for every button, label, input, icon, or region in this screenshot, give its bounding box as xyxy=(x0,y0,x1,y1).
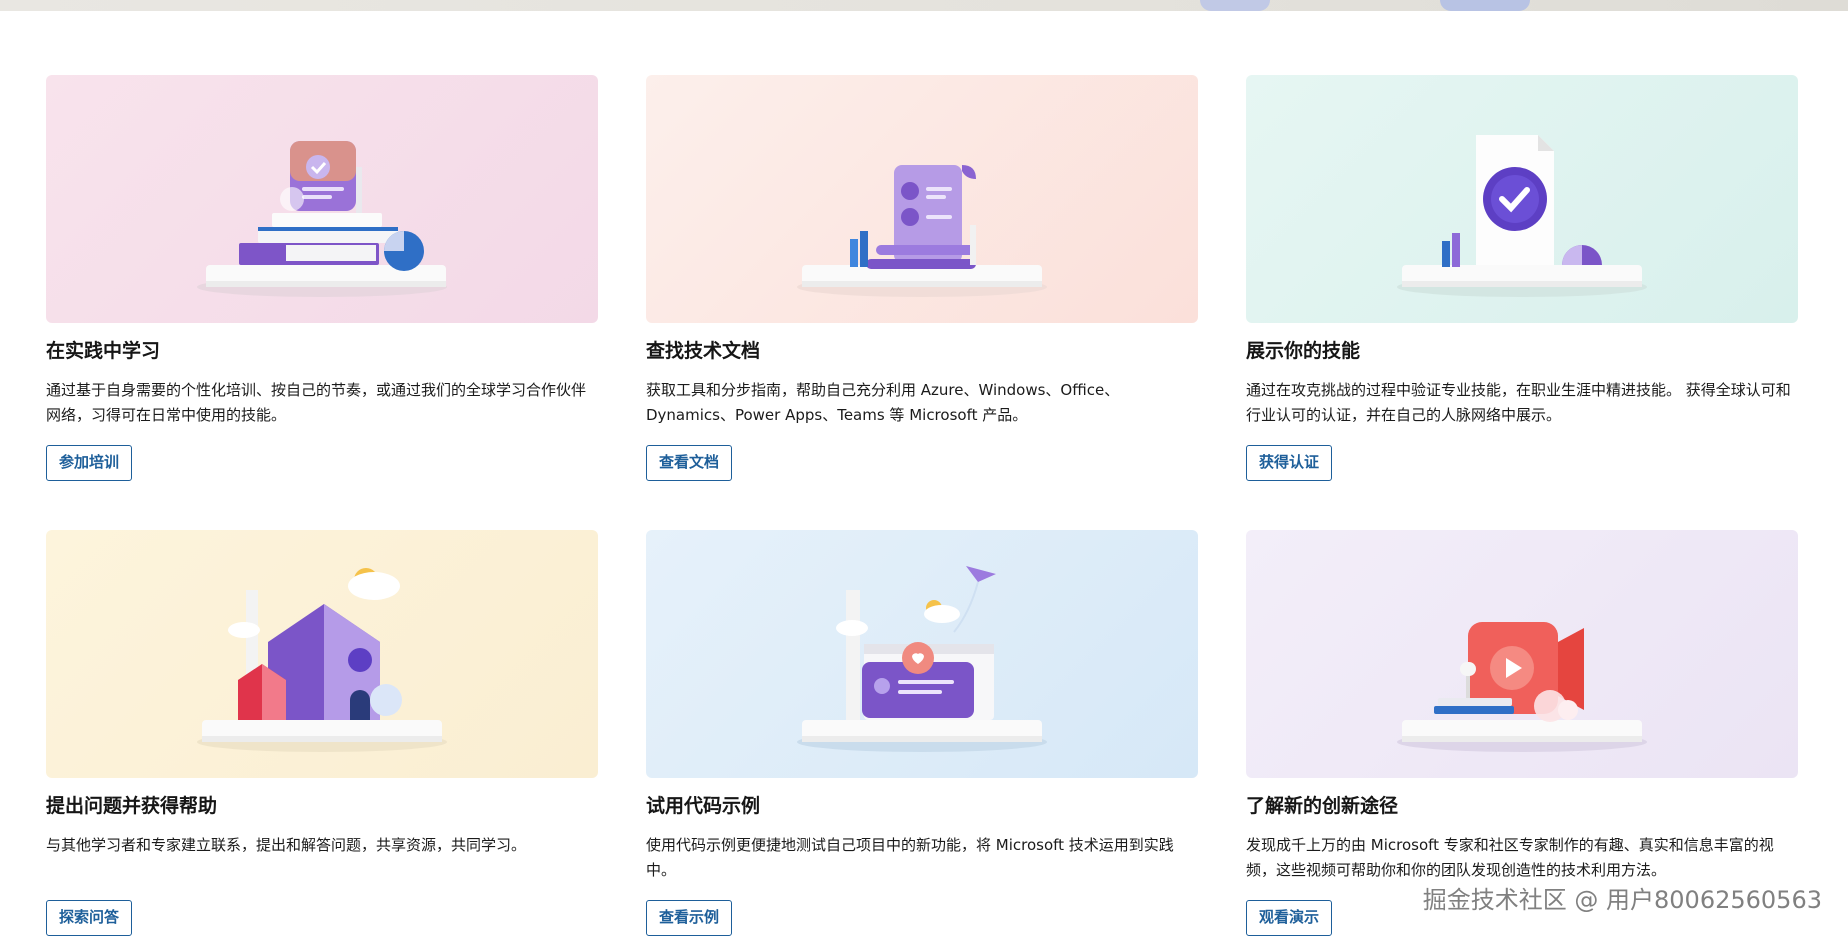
card-title: 了解新的创新途径 xyxy=(1246,795,1399,817)
code-window-illustration xyxy=(646,530,1198,778)
card-description: 获取工具和分步指南，帮助自己充分利用 Azure、Windows、Office、… xyxy=(646,381,1120,424)
card-title: 展示你的技能 xyxy=(1246,340,1361,362)
card-description: 通过基于自身需要的个性化培训、按自己的节奏，或通过我们的全球学习合作伙伴网络，习… xyxy=(46,381,587,424)
card-title: 试用代码示例 xyxy=(646,795,761,817)
card-title: 提出问题并获得帮助 xyxy=(46,795,218,817)
banner-decoration xyxy=(1200,0,1270,11)
card-learn-by-doing: 在实践中学习 通过基于自身需要的个性化培训、按自己的节奏，或通过我们的全球学习合… xyxy=(46,75,598,530)
join-training-button[interactable]: 参加培训 xyxy=(46,445,133,481)
community-house-illustration xyxy=(46,530,598,778)
document-scroll-illustration xyxy=(646,75,1198,323)
feature-card-grid: 在实践中学习 通过基于自身需要的个性化培训、按自己的节奏，或通过我们的全球学习合… xyxy=(46,75,1798,936)
card-show-skills: 展示你的技能 通过在攻克挑战的过程中验证专业技能，在职业生涯中精进技能。 获得全… xyxy=(1246,75,1798,530)
card-ask-questions: 提出问题并获得帮助 与其他学习者和专家建立联系，提出和解答问题，共享资源，共同学… xyxy=(46,530,598,936)
card-description: 与其他学习者和专家建立联系，提出和解答问题，共享资源，共同学习。 xyxy=(46,836,527,854)
card-find-docs: 查找技术文档 获取工具和分步指南，帮助自己充分利用 Azure、Windows、… xyxy=(646,75,1198,530)
card-innovation-videos: 了解新的创新途径 发现成千上万的由 Microsoft 专家和社区专家制作的有趣… xyxy=(1246,530,1798,936)
watch-demo-button[interactable]: 观看演示 xyxy=(1246,900,1333,936)
video-camera-illustration xyxy=(1246,530,1798,778)
view-samples-button[interactable]: 查看示例 xyxy=(646,900,733,936)
card-title: 查找技术文档 xyxy=(646,340,761,362)
watermark-text: 掘金技术社区 @ 用户80062560563 xyxy=(1422,886,1822,914)
explore-qa-button[interactable]: 探索问答 xyxy=(46,900,133,936)
books-checkmark-illustration xyxy=(46,75,598,323)
banner-decoration xyxy=(1440,0,1530,11)
top-banner-strip xyxy=(0,0,1848,11)
card-description: 通过在攻克挑战的过程中验证专业技能，在职业生涯中精进技能。 获得全球认可和行业认… xyxy=(1246,381,1791,424)
view-docs-button[interactable]: 查看文档 xyxy=(646,445,733,481)
card-title: 在实践中学习 xyxy=(46,340,161,362)
certificate-badge-illustration xyxy=(1246,75,1798,323)
card-description: 使用代码示例更便捷地测试自己项目中的新功能，将 Microsoft 技术运用到实… xyxy=(646,836,1174,879)
card-description: 发现成千上万的由 Microsoft 专家和社区专家制作的有趣、真实和信息丰富的… xyxy=(1246,836,1774,879)
get-certified-button[interactable]: 获得认证 xyxy=(1246,445,1333,481)
card-code-samples: 试用代码示例 使用代码示例更便捷地测试自己项目中的新功能，将 Microsoft… xyxy=(646,530,1198,936)
